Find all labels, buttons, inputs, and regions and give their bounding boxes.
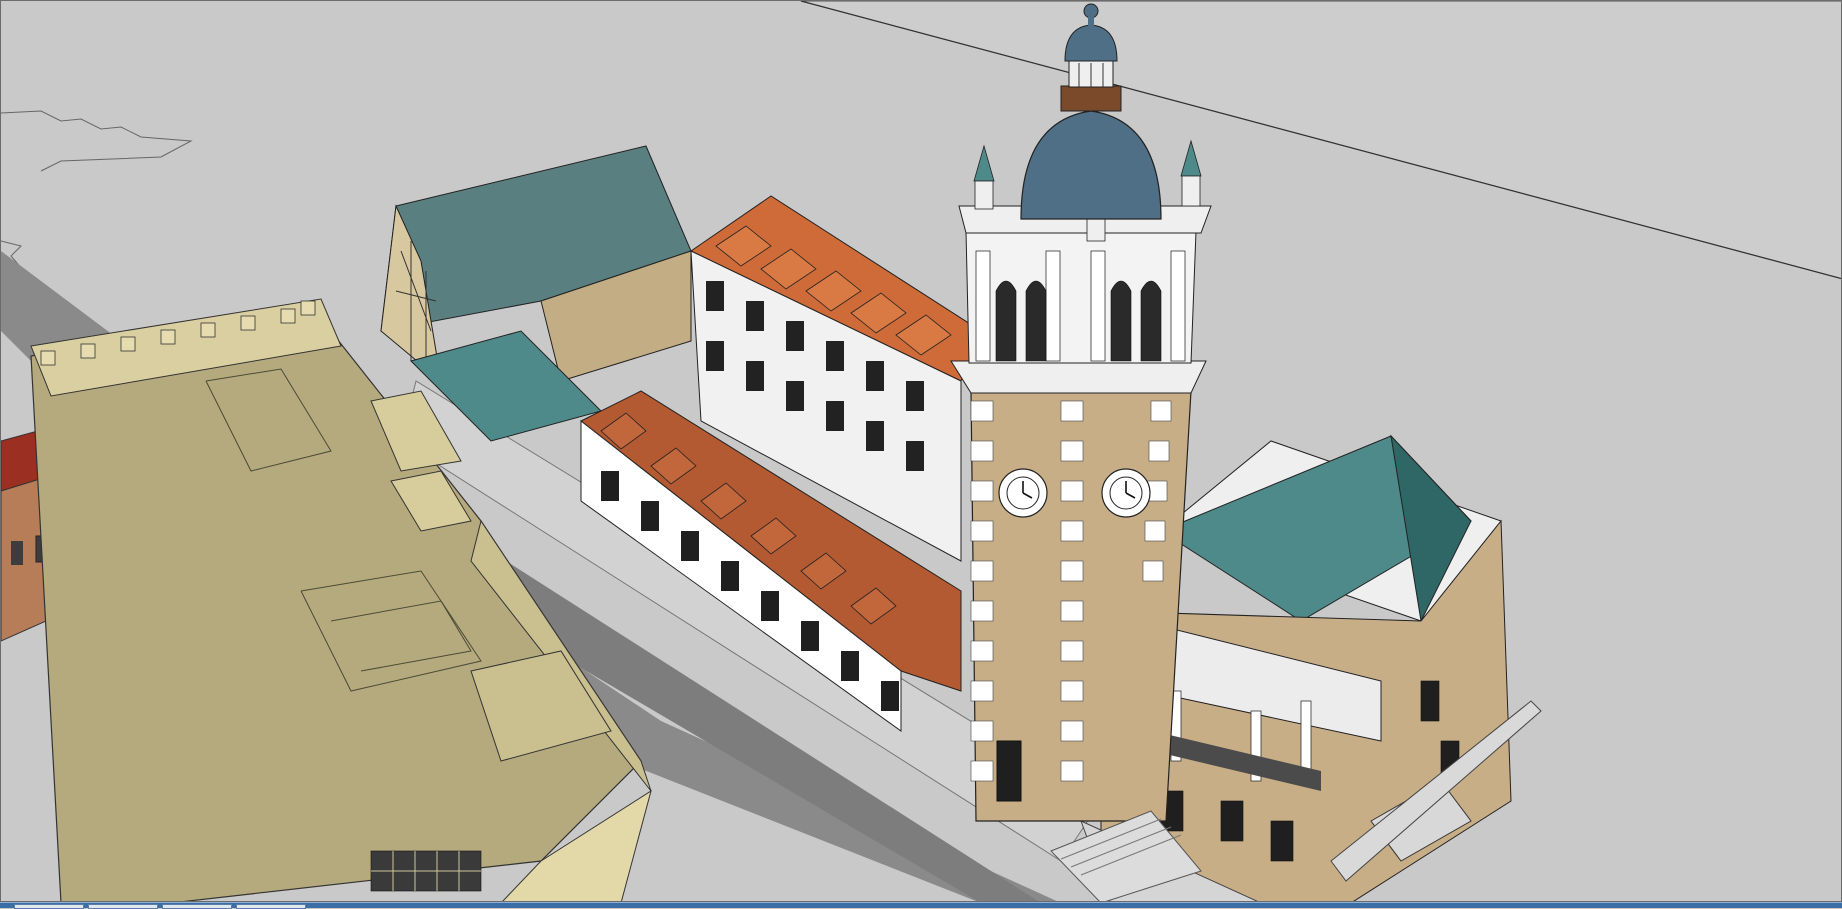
taskbar-button[interactable] bbox=[236, 904, 306, 909]
model-viewport[interactable] bbox=[0, 0, 1842, 902]
clock-face-left bbox=[998, 468, 1048, 518]
taskbar-button[interactable] bbox=[162, 904, 232, 909]
3d-model-canvas[interactable] bbox=[1, 1, 1842, 902]
taskbar bbox=[0, 902, 1842, 909]
taskbar-button[interactable] bbox=[88, 904, 158, 909]
taskbar-button[interactable] bbox=[14, 904, 84, 909]
clock-face-right bbox=[1101, 468, 1151, 518]
